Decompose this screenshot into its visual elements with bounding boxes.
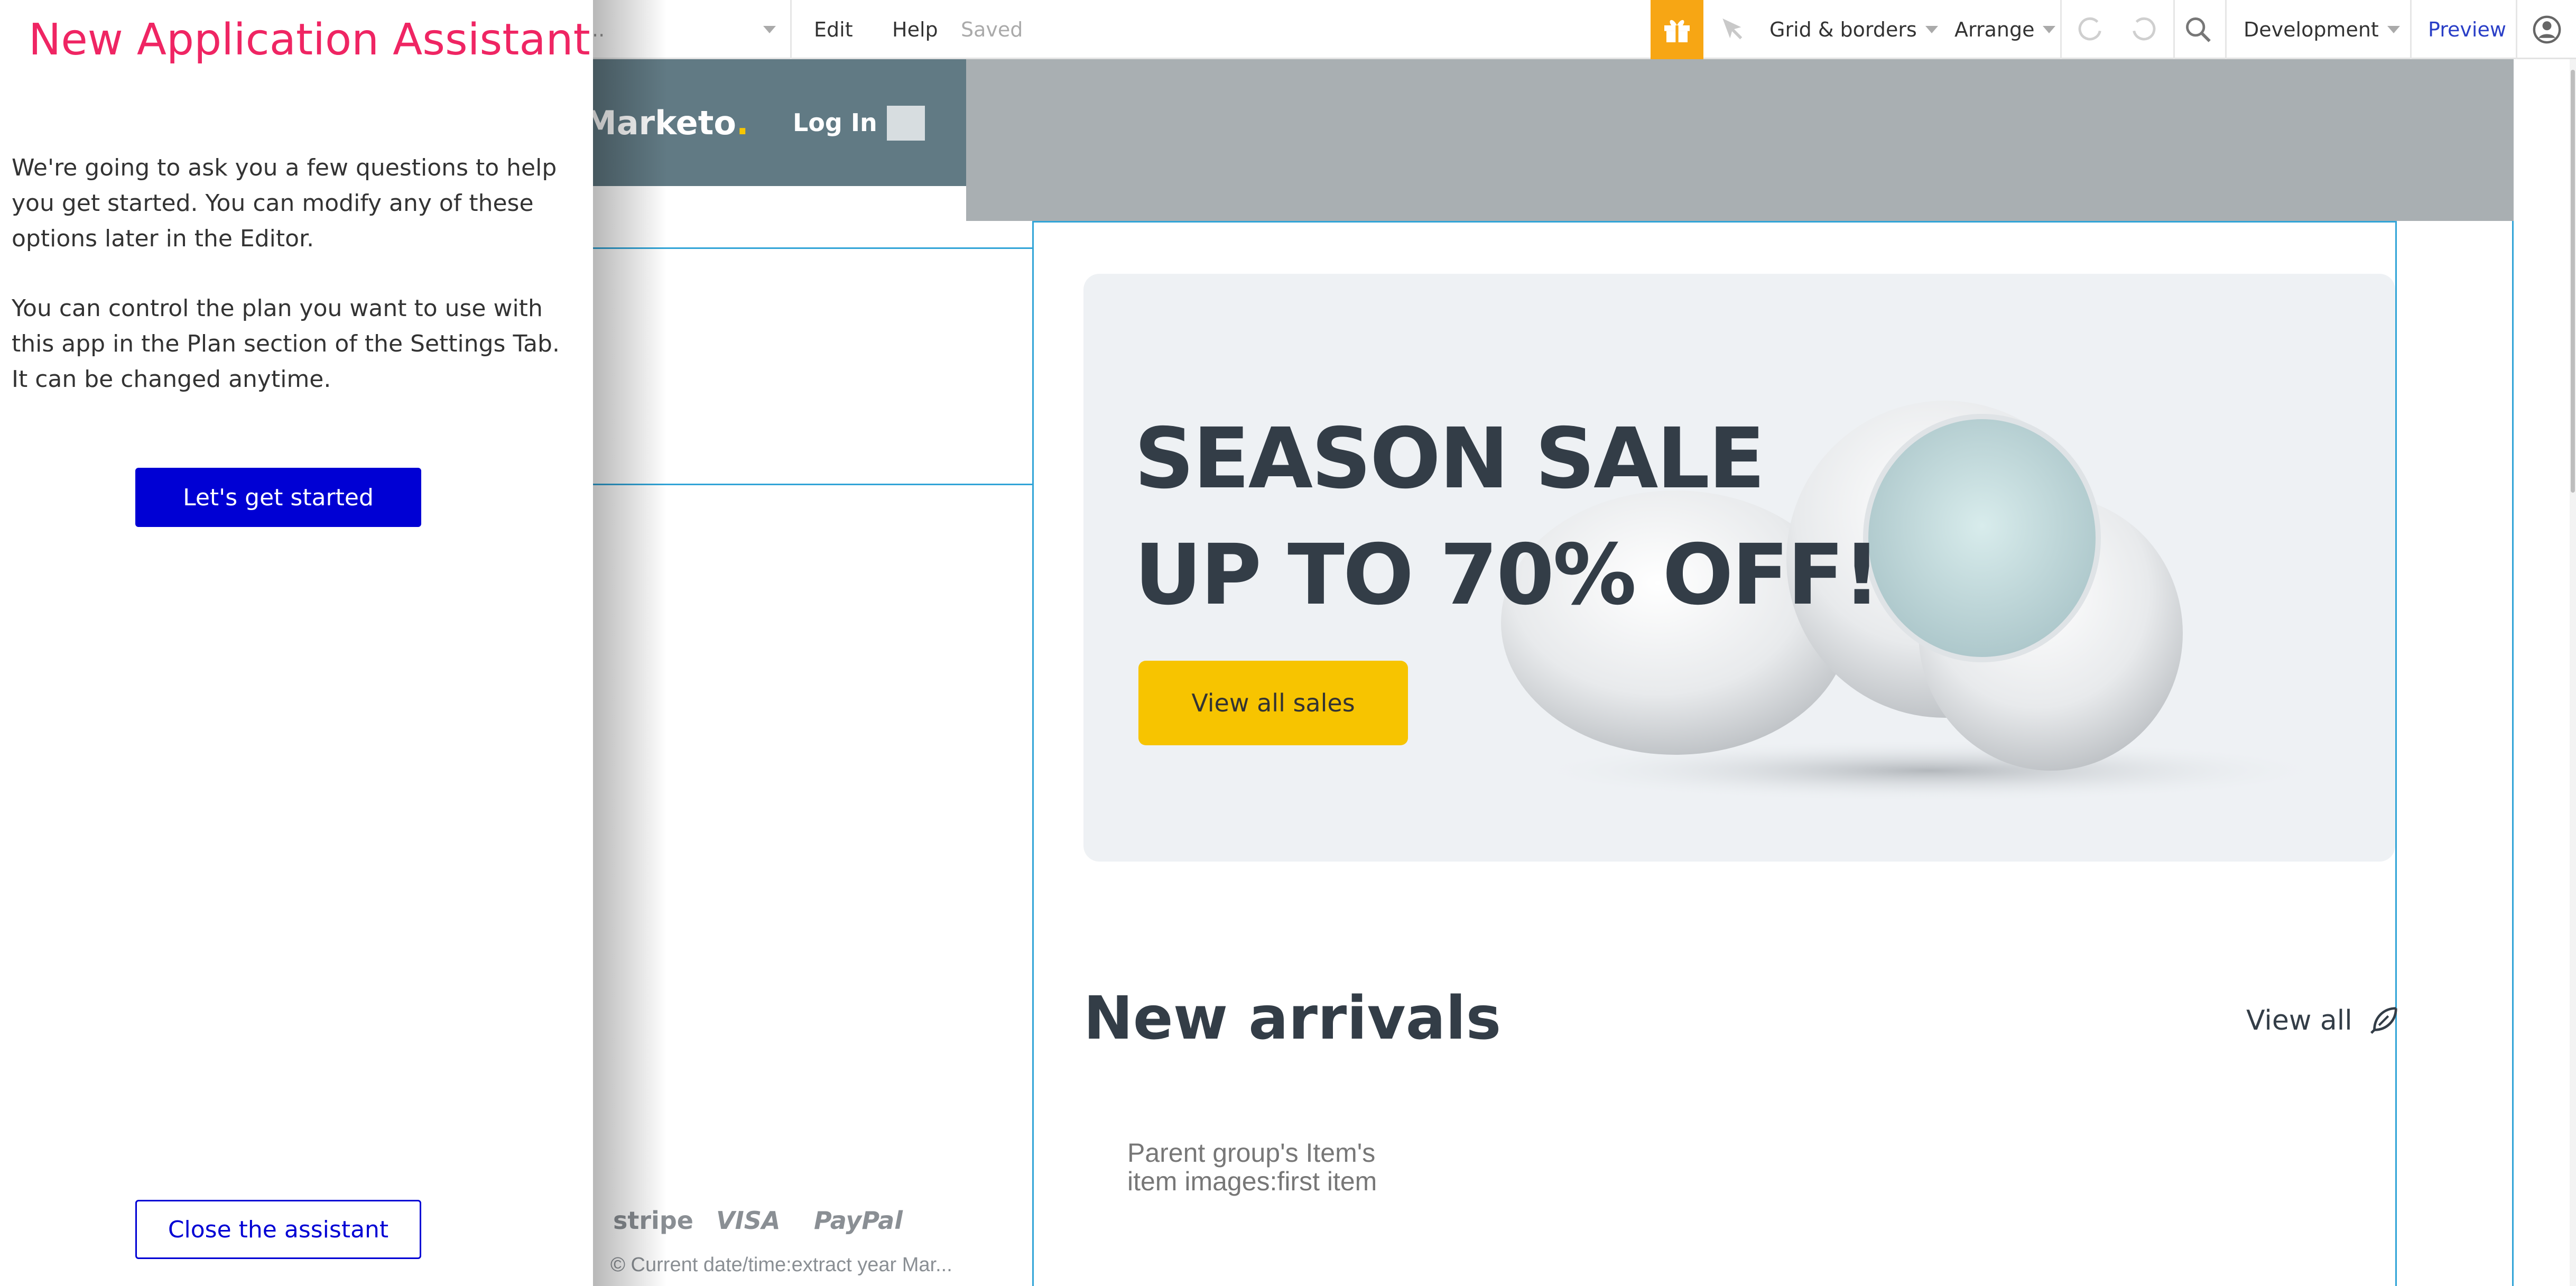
- item-placeholder-line-2: item images:first item: [1127, 1167, 1377, 1196]
- user-icon-graphic: [2533, 15, 2561, 44]
- environment-label: Development: [2244, 18, 2379, 41]
- redo-icon-graphic: [2133, 17, 2156, 41]
- get-started-button[interactable]: Let's get started: [135, 468, 421, 527]
- user-icon[interactable]: [2532, 0, 2562, 59]
- assistant-title: New Application Assistant: [29, 15, 590, 65]
- panel-shadow: [593, 0, 667, 1286]
- toolbar-divider: [2060, 0, 2062, 59]
- gift-icon-graphic: [1664, 20, 1690, 42]
- header-band[interactable]: [966, 59, 2514, 221]
- canvas-scrollbar[interactable]: [2570, 59, 2576, 1286]
- assistant-panel: New Application Assistant We're going to…: [0, 0, 593, 1286]
- edit-menu[interactable]: Edit: [814, 0, 853, 59]
- toolbar-divider: [2173, 0, 2175, 59]
- undo-icon-graphic: [2078, 17, 2101, 41]
- view-all-link[interactable]: View all: [2246, 1002, 2402, 1039]
- help-menu[interactable]: Help: [892, 0, 938, 59]
- gift-icon[interactable]: [1651, 0, 1703, 59]
- page-boundary-line: [2512, 221, 2514, 1286]
- toolbar-divider: [2516, 0, 2517, 59]
- chevron-down-icon: [2043, 26, 2056, 33]
- undo-icon[interactable]: [2074, 0, 2105, 59]
- environment-selector[interactable]: Development: [2244, 0, 2400, 59]
- pointer-icon-graphic: [1722, 18, 1743, 40]
- grid-borders-menu[interactable]: Grid & borders: [1769, 0, 1938, 59]
- chevron-down-icon: [1925, 26, 1938, 33]
- assistant-plan-text: You can control the plan you want to use…: [12, 295, 560, 393]
- hero-banner[interactable]: SEASON SALE UP TO 70% OFF! View all sale…: [1083, 274, 2395, 862]
- visa-logo: VISA: [716, 1206, 781, 1235]
- view-all-label: View all: [2246, 1005, 2352, 1037]
- preview-button[interactable]: Preview: [2428, 0, 2506, 59]
- hero-headline: SEASON SALE UP TO 70% OFF!: [1134, 401, 1881, 633]
- login-link[interactable]: Log In: [793, 59, 877, 186]
- search-icon[interactable]: [2183, 0, 2213, 59]
- toolbar-divider: [2410, 0, 2412, 59]
- save-status: Saved: [961, 18, 1023, 41]
- item-placeholder-line-1: Parent group's Item's: [1127, 1138, 1376, 1168]
- arrange-menu[interactable]: Arrange: [1954, 0, 2056, 59]
- chevron-down-icon: [2387, 26, 2400, 33]
- redo-icon[interactable]: [2129, 0, 2160, 59]
- page-selector-caret-icon[interactable]: [755, 0, 776, 59]
- search-icon-graphic: [2186, 17, 2211, 42]
- close-assistant-button[interactable]: Close the assistant: [135, 1200, 421, 1259]
- avatar[interactable]: [887, 106, 925, 141]
- paypal-logo: PayPal: [814, 1206, 903, 1235]
- toolbar-divider: [790, 0, 792, 59]
- assistant-intro-text: We're going to ask you a few questions t…: [12, 154, 557, 252]
- grid-borders-label: Grid & borders: [1769, 18, 1917, 41]
- arrange-label: Arrange: [1954, 18, 2035, 41]
- brand-dot: .: [736, 103, 749, 142]
- new-arrivals-heading: New arrivals: [1083, 984, 1502, 1053]
- toolbar-divider: [2225, 0, 2227, 59]
- item-image-placeholder[interactable]: Parent group's Item's item images:first …: [1127, 1139, 1377, 1196]
- scroll-thumb[interactable]: [2571, 70, 2575, 493]
- hero-line-2: UP TO 70% OFF!: [1134, 526, 1881, 624]
- pointer-icon[interactable]: [1718, 0, 1747, 59]
- view-all-sales-button[interactable]: View all sales: [1138, 661, 1408, 745]
- feather-icon: [2370, 1007, 2397, 1034]
- hero-line-1: SEASON SALE: [1134, 410, 1765, 507]
